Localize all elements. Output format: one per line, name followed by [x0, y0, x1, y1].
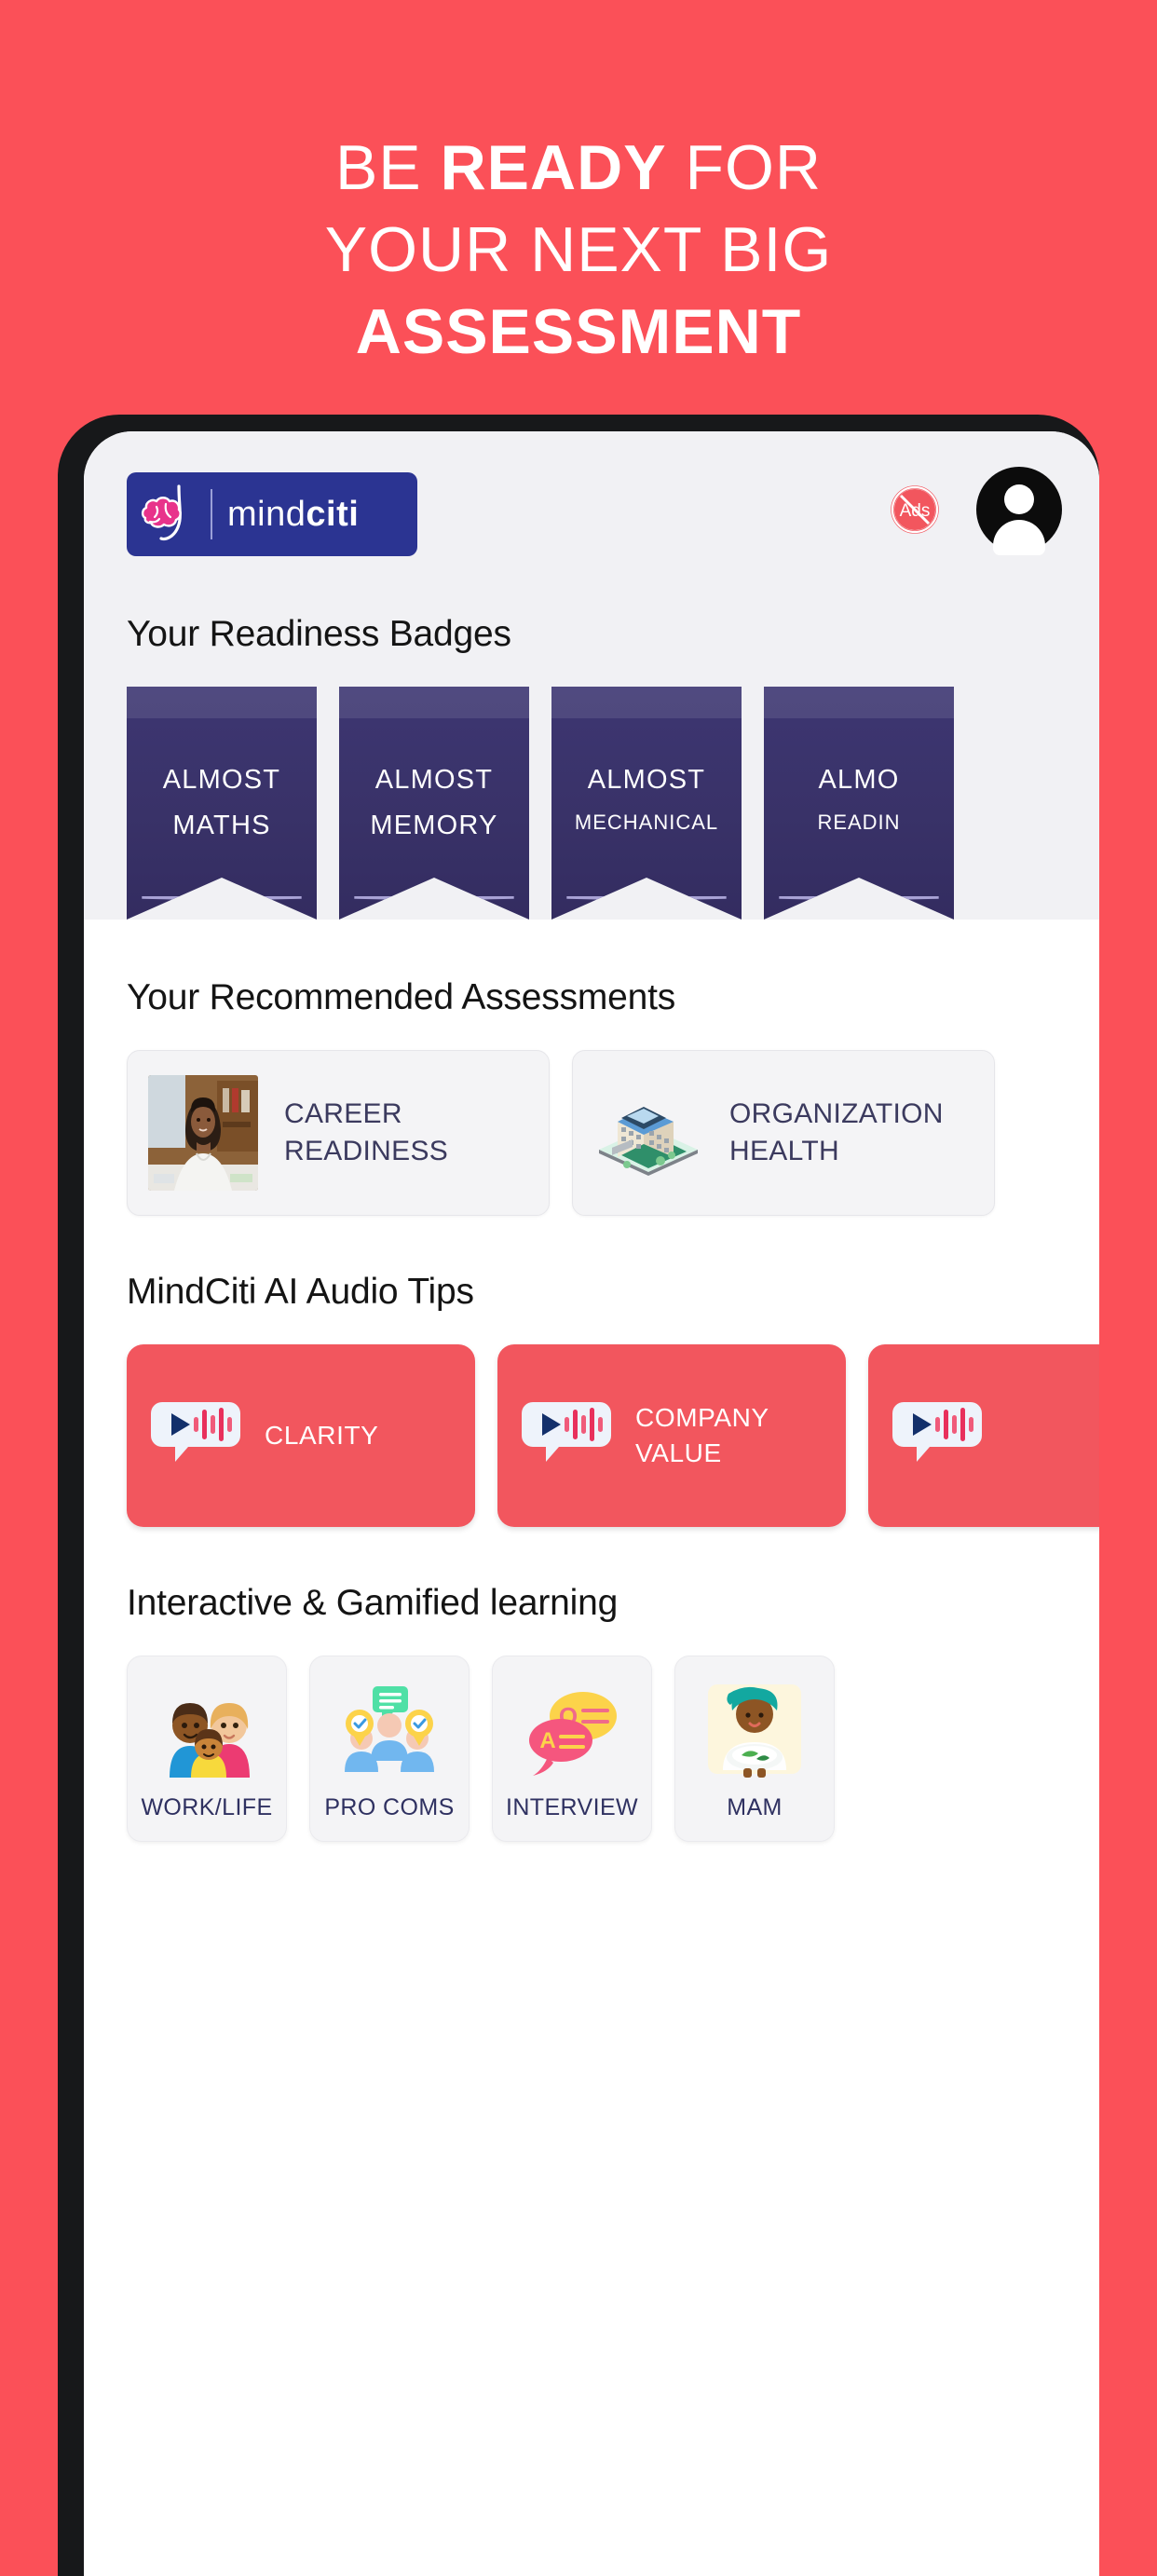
- recommended-assessments-section: Your Recommended Assessments CAREER READ…: [84, 920, 1099, 1216]
- headline-word-be: BE: [334, 132, 441, 203]
- mindciti-logo[interactable]: mindciti: [127, 472, 417, 556]
- svg-text:A: A: [539, 1728, 555, 1753]
- assessment-label-line1: ORGANIZATION: [729, 1098, 944, 1129]
- badge-label: READIN: [817, 811, 901, 834]
- badge-label: MECHANICAL: [574, 811, 719, 834]
- learning-tile-mam[interactable]: MAM: [674, 1656, 835, 1842]
- logo-text-citi: citi: [306, 494, 360, 534]
- learning-tile-label: INTERVIEW: [505, 1794, 639, 1820]
- header-actions: Ads: [889, 467, 1062, 552]
- audio-tip-label: COMPANY VALUE: [635, 1400, 769, 1471]
- badge-label: MEMORY: [370, 811, 498, 840]
- qa-speech-bubbles-icon: Q A: [520, 1681, 624, 1778]
- learning-tile-interview[interactable]: Q A INTERVIEW: [492, 1656, 652, 1842]
- learning-tile-work-life[interactable]: WORK/LIFE: [127, 1656, 287, 1842]
- app-screen: mindciti Ads Your Readiness Badges ALMOS…: [84, 431, 1099, 2576]
- headline-line-2: YOUR NEXT BIG: [324, 214, 833, 285]
- badge-reading[interactable]: ALMO READIN: [764, 687, 954, 920]
- brain-logo-icon: [136, 481, 207, 548]
- gamified-learning-section: Interactive & Gamified learning WORK/LIF…: [84, 1527, 1099, 1842]
- meal-person-icon: [702, 1681, 807, 1778]
- audio-tip-card-company-value[interactable]: COMPANY VALUE: [497, 1344, 846, 1527]
- badge-maths[interactable]: ALMOST MATHS: [127, 687, 317, 920]
- headline-line-1: BE READY FOR: [0, 127, 1157, 209]
- assessment-card-career-readiness[interactable]: CAREER READINESS: [127, 1050, 550, 1216]
- badge-memory[interactable]: ALMOST MEMORY: [339, 687, 529, 920]
- no-ads-icon[interactable]: Ads: [889, 484, 941, 536]
- readiness-badges-section: Your Readiness Badges ALMOST MATHS ALMOS…: [84, 580, 1099, 920]
- phone-mockup: mindciti Ads Your Readiness Badges ALMOS…: [58, 415, 1099, 2576]
- audio-tips-section: MindCiti AI Audio Tips CLARITY COMPANY V…: [84, 1216, 1099, 1527]
- readiness-badges-title: Your Readiness Badges: [127, 614, 511, 654]
- audio-play-waveform-icon[interactable]: [892, 1397, 982, 1475]
- learning-tile-label: PRO COMS: [324, 1794, 455, 1820]
- audio-play-waveform-icon[interactable]: [522, 1397, 611, 1475]
- office-building-icon: [593, 1075, 703, 1191]
- logo-text-mind: mind: [227, 494, 306, 534]
- woman-at-desk-photo: [148, 1075, 258, 1191]
- headline-word-for: FOR: [666, 132, 823, 203]
- audio-tip-card-third[interactable]: [868, 1344, 1099, 1527]
- family-icon: [155, 1681, 259, 1778]
- badge-status: ALMOST: [587, 765, 706, 795]
- promo-headline: BE READY FOR YOUR NEXT BIG ASSESSMENT: [0, 127, 1157, 373]
- badge-status: ALMO: [818, 765, 900, 795]
- badge-status: ALMOST: [374, 765, 494, 795]
- logo-wordmark: mindciti: [227, 495, 359, 535]
- assessment-card-label: CAREER READINESS: [284, 1096, 448, 1170]
- headline-word-ready: READY: [440, 132, 667, 203]
- learning-tile-pro-coms[interactable]: PRO COMS: [309, 1656, 470, 1842]
- audio-tip-label: CLARITY: [265, 1418, 378, 1453]
- audio-label-line1: COMPANY: [635, 1403, 769, 1432]
- audio-label-line2: VALUE: [635, 1438, 722, 1467]
- app-header: mindciti Ads: [84, 431, 1099, 580]
- headline-line-3: ASSESSMENT: [355, 296, 802, 367]
- user-avatar-icon[interactable]: [976, 467, 1062, 552]
- assessment-card-organization-health[interactable]: ORGANIZATION HEALTH: [572, 1050, 995, 1216]
- readiness-badges-row[interactable]: ALMOST MATHS ALMOST MEMORY ALMOST MECHAN…: [84, 655, 1099, 920]
- learning-tile-label: WORK/LIFE: [141, 1794, 273, 1820]
- team-chat-icon: [337, 1681, 442, 1778]
- badge-status: ALMOST: [162, 765, 281, 795]
- assessment-card-label: ORGANIZATION HEALTH: [729, 1096, 944, 1170]
- assessment-label-line2: READINESS: [284, 1136, 449, 1166]
- audio-tips-title: MindCiti AI Audio Tips: [127, 1272, 474, 1312]
- assessment-label-line2: HEALTH: [729, 1136, 839, 1166]
- assessment-label-line1: CAREER: [284, 1098, 402, 1129]
- gamified-learning-title: Interactive & Gamified learning: [127, 1583, 619, 1623]
- logo-divider: [211, 489, 212, 539]
- audio-label-line1: CLARITY: [265, 1421, 379, 1450]
- audio-tips-row[interactable]: CLARITY COMPANY VALUE: [84, 1313, 1099, 1527]
- audio-play-waveform-icon[interactable]: [151, 1397, 240, 1475]
- recommended-assessments-row[interactable]: CAREER READINESS ORGANIZATION HEALTH: [84, 1018, 1099, 1216]
- recommended-assessments-title: Your Recommended Assessments: [127, 977, 676, 1017]
- badge-mechanical[interactable]: ALMOST MECHANICAL: [551, 687, 742, 920]
- gamified-learning-row[interactable]: WORK/LIFE PRO COMS Q A INTERVIEW MAM: [84, 1624, 1099, 1842]
- learning-tile-label: MAM: [727, 1794, 783, 1820]
- badge-label: MATHS: [172, 811, 271, 840]
- audio-tip-card-clarity[interactable]: CLARITY: [127, 1344, 475, 1527]
